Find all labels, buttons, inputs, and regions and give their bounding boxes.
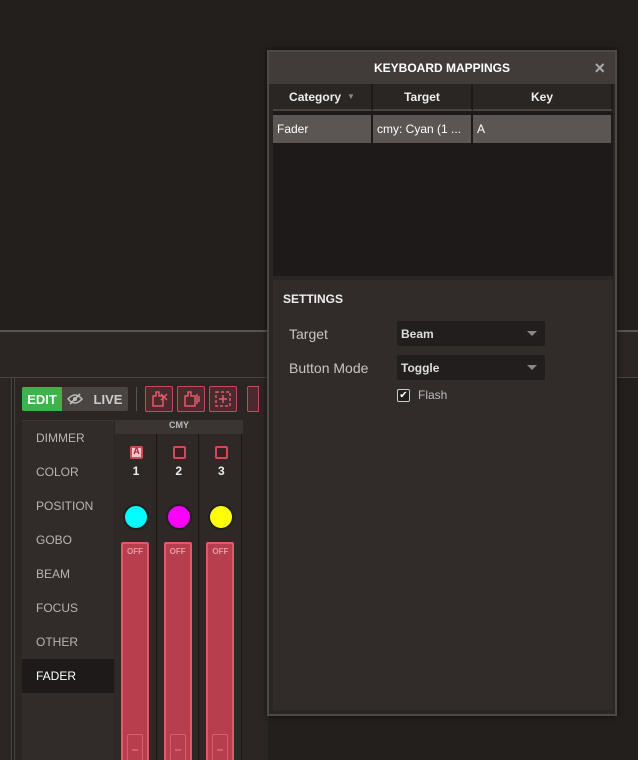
button-mode-select[interactable]: Toggle (397, 355, 545, 380)
fader-handle[interactable] (169, 734, 186, 760)
clear-hand-icon[interactable] (145, 386, 173, 412)
flash-checkbox[interactable]: ✔ (397, 389, 410, 402)
column-header-category[interactable]: Category ▼ (273, 84, 373, 111)
mappings-table: Category ▼ Target Key Fader cmy: Cyan (1 … (273, 84, 613, 276)
category-other[interactable]: OTHER (22, 625, 114, 659)
settings-section: SETTINGS Target Beam Button Mode Toggle … (273, 280, 613, 710)
chevron-down-icon (527, 331, 537, 336)
category-gobo[interactable]: GOBO (22, 523, 114, 557)
target-label: Target (289, 326, 328, 342)
column-header-key[interactable]: Key (473, 84, 613, 111)
left-edge-panel (0, 378, 12, 760)
dialog-title: KEYBOARD MAPPINGS (373, 61, 510, 75)
color-swatch (123, 504, 149, 530)
sort-arrow-icon: ▼ (347, 92, 355, 101)
fader-handle[interactable] (127, 734, 143, 760)
fader-value-label: OFF (169, 547, 186, 556)
checkmark-icon: ✔ (399, 390, 408, 401)
channel-select-checkbox[interactable] (172, 446, 186, 459)
fader-handle[interactable] (212, 734, 229, 760)
target-select-value: Beam (401, 326, 434, 341)
cell-category: Fader (273, 115, 373, 143)
channel-number: 1 (132, 464, 140, 478)
channel-fader[interactable]: OFF (206, 542, 235, 760)
channel-fader[interactable]: OFF (121, 542, 149, 760)
group-header: CMY (115, 420, 243, 434)
channel-fader[interactable]: OFF (163, 542, 192, 760)
column-header-target[interactable]: Target (373, 84, 473, 111)
programmer-toolbar: EDIT LIVE (22, 386, 259, 412)
hidden-eye-button[interactable] (62, 387, 88, 411)
category-fader[interactable]: FADER (22, 659, 114, 693)
button-mode-select-value: Toggle (401, 360, 440, 375)
channel-strip: A 1 OFF (115, 434, 157, 760)
category-color[interactable]: COLOR (22, 455, 114, 489)
eye-slash-icon (67, 393, 83, 405)
fader-value-label: OFF (212, 547, 229, 556)
mapped-key-label: A (133, 446, 140, 456)
close-icon[interactable]: × (594, 58, 605, 79)
chevron-down-icon (527, 365, 537, 370)
dialog-title-bar: KEYBOARD MAPPINGS × (269, 52, 615, 84)
live-button[interactable]: LIVE (88, 387, 128, 411)
flash-label: Flash (418, 388, 448, 402)
keyboard-mappings-dialog: KEYBOARD MAPPINGS × Category ▼ Target Key… (267, 50, 617, 716)
color-swatch (208, 504, 235, 530)
fader-value-label: OFF (127, 547, 143, 556)
settings-title: SETTINGS (283, 292, 344, 306)
color-swatch (165, 504, 192, 530)
category-position[interactable]: POSITION (22, 489, 114, 523)
channel-strip: 3 OFF (200, 434, 243, 760)
edit-button[interactable]: EDIT (22, 387, 62, 411)
toolbar-separator (136, 387, 137, 411)
crosshair-select-icon[interactable] (209, 386, 237, 412)
cell-target: cmy: Cyan (1 ... (373, 115, 473, 143)
category-beam[interactable]: BEAM (22, 557, 114, 591)
channel-number: 3 (218, 464, 225, 478)
table-row[interactable]: Fader cmy: Cyan (1 ... A (273, 115, 613, 143)
cmy-channel-group: CMY A 1 OFF 2 OFF 3 OFF (115, 420, 243, 760)
channel-strip: 2 OFF (157, 434, 200, 760)
cell-key: A (473, 115, 613, 143)
attribute-category-list: DIMMER COLOR POSITION GOBO BEAM FOCUS OT… (22, 420, 114, 760)
more-tools-icon[interactable] (247, 386, 259, 412)
channel-number: 2 (175, 464, 183, 478)
category-focus[interactable]: FOCUS (22, 591, 114, 625)
button-mode-label: Button Mode (289, 360, 369, 376)
channel-select-checkbox[interactable] (215, 446, 229, 459)
target-select[interactable]: Beam (397, 321, 545, 346)
select-hand-icon[interactable] (177, 386, 205, 412)
category-dimmer[interactable]: DIMMER (22, 421, 114, 455)
channel-select-checkbox[interactable]: A (130, 446, 143, 459)
